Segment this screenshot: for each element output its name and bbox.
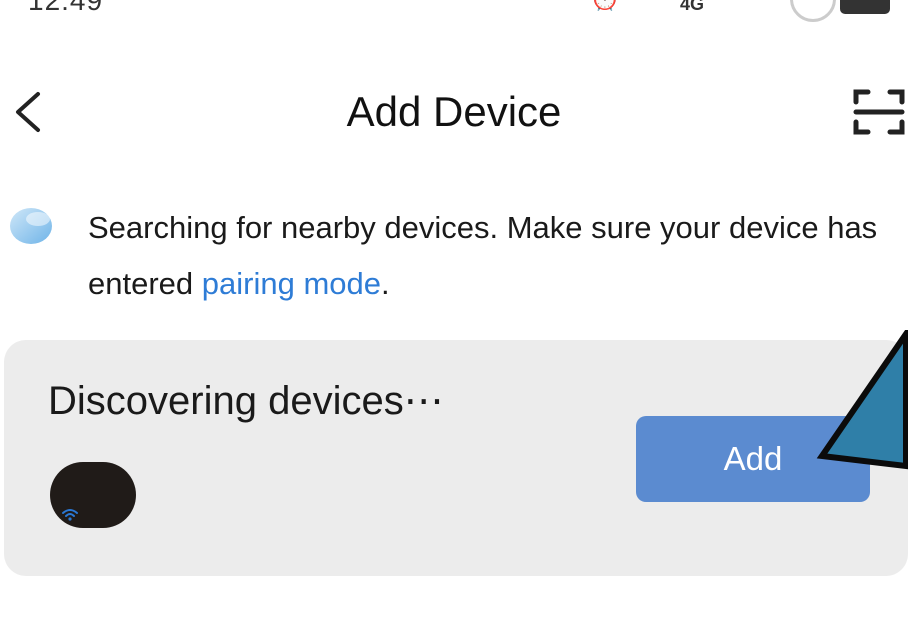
- wifi-icon: [62, 509, 78, 521]
- status-time: 12:49: [28, 0, 104, 16]
- pointer-arrow-icon: [816, 330, 908, 470]
- pairing-mode-link[interactable]: pairing mode: [202, 266, 381, 301]
- searching-indicator-icon: [10, 208, 52, 244]
- battery-icon: [840, 0, 890, 14]
- scan-icon: [853, 89, 905, 135]
- network-indicator: 4G: [680, 0, 705, 14]
- search-instructions: Searching for nearby devices. Make sure …: [88, 200, 888, 312]
- page-title: Add Device: [346, 88, 562, 135]
- device-thumbnail[interactable]: [50, 462, 136, 528]
- alarm-icon: ⏰: [590, 0, 620, 13]
- status-circle-icon: [790, 0, 836, 22]
- scan-button[interactable]: [852, 88, 906, 136]
- discovering-title: Discovering devices⋯: [48, 379, 444, 423]
- status-bar: 12:49 ⏰ 4G: [0, 0, 908, 22]
- search-text-suffix: .: [380, 266, 390, 301]
